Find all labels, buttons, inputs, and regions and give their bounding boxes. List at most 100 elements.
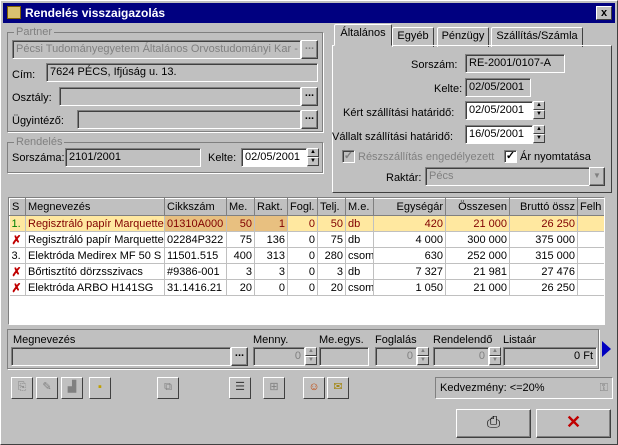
cell-price: 420	[373, 215, 446, 232]
chart-icon[interactable]: ▟	[61, 377, 83, 399]
col-brutto[interactable]: Bruttó össz	[509, 198, 578, 216]
lock-icon[interactable]: ⊞	[263, 377, 285, 399]
partner-browse-button[interactable]: ...	[301, 40, 318, 59]
editor-browse-button[interactable]: ...	[231, 347, 248, 366]
spin-up-icon[interactable]: ▲	[533, 125, 545, 134]
col-s[interactable]: S	[9, 198, 26, 216]
spin-up-icon[interactable]: ▲	[417, 347, 429, 356]
table-row[interactable]: ✗ Elektróda ARBO H141SG 31.1416.21 20 0 …	[9, 279, 604, 296]
spin-up-icon[interactable]: ▲	[305, 347, 317, 356]
col-felh[interactable]: Felh	[577, 198, 604, 216]
cancel-button[interactable]: ✕	[536, 409, 611, 438]
editor-megnevezes-field[interactable]	[11, 347, 231, 366]
vallalt-hatarido-spinner[interactable]: ▲ ▼	[533, 125, 545, 144]
scroll-icon[interactable]: ✉	[327, 377, 349, 399]
osztaly-label: Osztály:	[12, 92, 52, 104]
copy-item-icon[interactable]: ⧉	[157, 377, 179, 399]
cell-rakt: 136	[254, 231, 288, 248]
note-icon[interactable]: ▪	[89, 377, 111, 399]
close-button[interactable]: x	[596, 6, 612, 20]
editor-menny-spinner[interactable]: ▲ ▼	[305, 347, 317, 366]
cell-fogl: 0	[287, 279, 318, 296]
reszszallitas-checkbox[interactable]: ✓	[342, 150, 355, 163]
osztaly-browse-button[interactable]: ...	[301, 87, 318, 106]
cell-name: Regisztráló papír Marquette	[25, 215, 165, 232]
cell-unit: db	[345, 263, 374, 280]
cell-price: 7 327	[373, 263, 446, 280]
ar-nyomtatasa-label: Ár nyomtatása	[520, 151, 591, 163]
editor-menny-label: Menny.	[253, 334, 289, 346]
spin-down-icon[interactable]: ▼	[489, 356, 501, 365]
cell-name: Bőrtisztító dörzsszivacs	[25, 263, 165, 280]
cell-code: 11501.515	[164, 247, 227, 264]
rendeles-kelte-label: Kelte:	[208, 152, 237, 164]
tab-egyeb[interactable]: Egyéb	[392, 27, 434, 47]
cell-telj: 50	[317, 215, 346, 232]
vallalt-hatarido-field[interactable]: 16/05/2001	[465, 125, 533, 144]
col-fogl[interactable]: Fogl.	[287, 198, 318, 216]
edit-item-icon[interactable]: ✎	[36, 377, 58, 399]
spin-down-icon[interactable]: ▼	[417, 356, 429, 365]
title-bar: Rendelés visszaigazolás x	[3, 3, 615, 23]
row-status: 3.	[9, 247, 26, 264]
spin-up-icon[interactable]: ▲	[533, 101, 545, 110]
spin-up-icon[interactable]: ▲	[307, 148, 319, 157]
col-egysegar[interactable]: Egységár	[373, 198, 446, 216]
items-table[interactable]: S Megnevezés Cikkszám Me. Rakt. Fogl. Te…	[8, 197, 605, 325]
spin-down-icon[interactable]: ▼	[305, 356, 317, 365]
col-cikkszam[interactable]: Cikkszám	[164, 198, 227, 216]
spin-up-icon[interactable]: ▲	[489, 347, 501, 356]
table-row[interactable]: 1. Regisztráló papír Marquette 01310A000…	[9, 215, 604, 232]
col-telj[interactable]: Telj.	[317, 198, 346, 216]
table-row[interactable]: ✗ Regisztráló papír Marquette 02284P322 …	[9, 231, 604, 248]
ugyintezo-field[interactable]	[77, 110, 301, 129]
col-osszesen[interactable]: Összesen	[445, 198, 510, 216]
person-icon[interactable]: ☺	[303, 377, 325, 399]
spin-down-icon[interactable]: ▼	[533, 110, 545, 119]
cell-total: 252 000	[445, 247, 510, 264]
cell-unit: csom	[345, 279, 374, 296]
general-kelte-label: Kelte:	[434, 83, 463, 95]
kert-hatarido-spinner[interactable]: ▲ ▼	[533, 101, 545, 120]
col-me[interactable]: Me.	[226, 198, 255, 216]
editor-meegys-field[interactable]	[319, 347, 369, 366]
new-item-icon[interactable]: ⎘	[11, 377, 33, 399]
tab-szallitas-szamla[interactable]: Szállítás/Számla	[491, 27, 583, 47]
cell-code: #9386-001	[164, 263, 227, 280]
table-row[interactable]: ✗ Bőrtisztító dörzsszivacs #9386-001 3 3…	[9, 263, 604, 280]
cell-gross: 27 476	[509, 263, 578, 280]
spin-down-icon[interactable]: ▼	[533, 134, 545, 143]
cell-unit: db	[345, 231, 374, 248]
col-me-unit[interactable]: M.e.	[345, 198, 374, 216]
editor-foglalas-spinner[interactable]: ▲ ▼	[417, 347, 429, 366]
editor-rendelendo-field[interactable]: 0	[433, 347, 489, 366]
raktar-dropdown-button[interactable]: ▼	[589, 167, 605, 186]
print-button[interactable]: ⎙	[456, 409, 531, 438]
ugyintezo-browse-button[interactable]: ...	[301, 110, 318, 129]
raktar-select[interactable]: Pécs	[425, 167, 593, 186]
kert-hatarido-field[interactable]: 02/05/2001	[465, 101, 533, 120]
editor-listaar-field[interactable]: 0 Ft	[503, 347, 597, 366]
editor-menny-field[interactable]: 0	[253, 347, 305, 366]
cell-felh	[577, 215, 604, 232]
spin-down-icon[interactable]: ▼	[307, 157, 319, 166]
key-icon[interactable]: ⚿	[600, 378, 608, 398]
cell-telj: 3	[317, 263, 346, 280]
ar-nyomtatasa-checkbox[interactable]: ✓	[504, 150, 517, 163]
col-rakt[interactable]: Rakt.	[254, 198, 288, 216]
editor-rendelendo-spinner[interactable]: ▲ ▼	[489, 347, 501, 366]
rendeles-kelte-spinner[interactable]: ▲ ▼	[307, 148, 319, 167]
tab-penzugy[interactable]: Pénzügy	[437, 27, 489, 47]
table-row[interactable]: 3. Elektróda Medirex MF 50 S 11501.515 4…	[9, 247, 604, 264]
next-arrow-icon[interactable]	[602, 341, 611, 357]
rendeles-kelte-field[interactable]: 02/05/2001	[241, 148, 307, 167]
document-icon[interactable]: ☰	[229, 377, 251, 399]
editor-foglalas-field[interactable]: 0	[375, 347, 417, 366]
col-megnevezes[interactable]: Megnevezés	[25, 198, 165, 216]
cell-felh	[577, 263, 604, 280]
osztaly-field[interactable]	[59, 87, 301, 106]
cell-rakt: 313	[254, 247, 288, 264]
editor-rendelendo-label: Rendelendő	[433, 334, 493, 346]
cell-fogl: 0	[287, 247, 318, 264]
tab-altalanos[interactable]: Általános	[334, 24, 392, 46]
